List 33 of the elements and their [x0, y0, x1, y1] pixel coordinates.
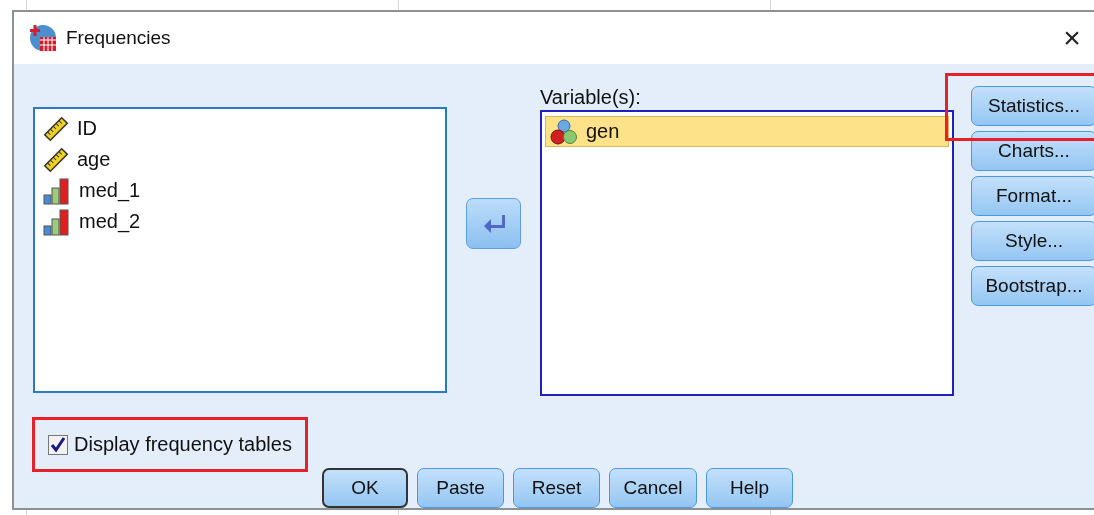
dialog-button[interactable]: Charts... — [971, 131, 1094, 171]
variable-name: age — [77, 148, 111, 171]
dialog-button[interactable]: Cancel — [609, 468, 697, 508]
variables-label: Variable(s): — [540, 86, 641, 110]
circles-icon — [550, 117, 578, 146]
bar-chart-icon — [43, 207, 71, 236]
dialog-button[interactable]: Statistics... — [971, 86, 1094, 126]
variable-item[interactable]: gen — [545, 116, 949, 147]
move-arrow-button[interactable] — [466, 198, 521, 249]
dialog-button[interactable]: Help — [706, 468, 793, 508]
window-title: Frequencies — [66, 27, 172, 49]
dialog-button[interactable]: Format... — [971, 176, 1094, 216]
dialog-button[interactable]: Style... — [971, 221, 1094, 261]
checkbox[interactable] — [48, 434, 68, 455]
variable-item[interactable]: med_1 — [38, 175, 442, 206]
variable-item[interactable]: age — [38, 144, 442, 175]
variable-item[interactable]: ID — [38, 113, 442, 144]
variable-name: ID — [77, 117, 97, 140]
checkmark-icon — [50, 436, 66, 453]
dialog-button[interactable]: Reset — [513, 468, 600, 508]
variable-list[interactable]: ID age med_1 med_2 — [33, 107, 447, 393]
dialog-button[interactable]: Bootstrap... — [971, 266, 1094, 306]
variable-list[interactable]: gen — [540, 110, 954, 396]
bar-chart-icon — [43, 176, 71, 205]
variable-item[interactable]: med_2 — [38, 206, 442, 237]
dialog-button[interactable]: Paste — [417, 468, 504, 508]
close-button[interactable]: × — [1050, 16, 1094, 60]
dialog-button[interactable]: OK — [322, 468, 408, 508]
variable-name: med_2 — [79, 210, 141, 233]
variable-name: med_1 — [79, 179, 141, 202]
table-icon — [28, 23, 58, 53]
variable-name: gen — [586, 120, 620, 143]
checkbox-label: Display frequency tables — [74, 433, 292, 456]
